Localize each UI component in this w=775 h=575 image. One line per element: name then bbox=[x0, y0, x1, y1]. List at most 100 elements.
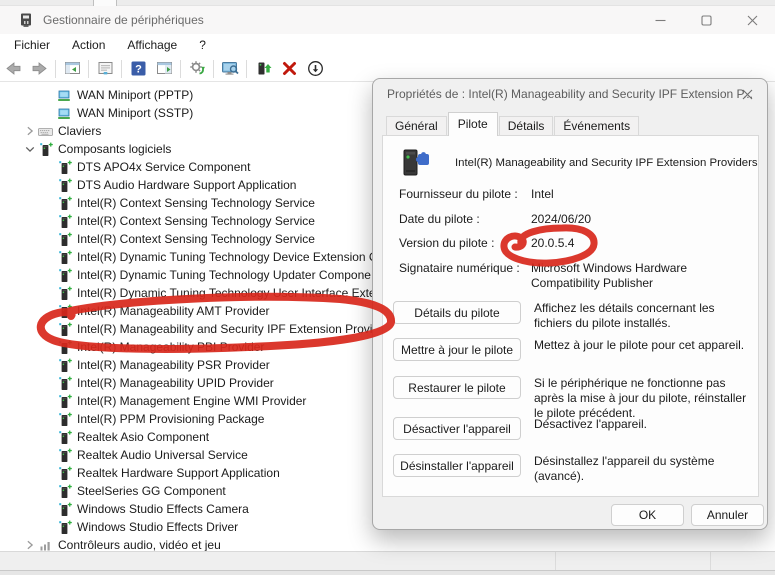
tree-item-label: Intel(R) Manageability AMT Provider bbox=[77, 304, 270, 318]
action-pane-icon[interactable] bbox=[152, 58, 176, 80]
tree-expander[interactable] bbox=[22, 538, 38, 552]
driver-field-row: Version du pilote :20.0.5.4 bbox=[399, 236, 744, 252]
driver-action-row: Désactiver l'appareil Désactivez l'appare… bbox=[393, 417, 753, 440]
menu-fichier[interactable]: Fichier bbox=[4, 35, 60, 55]
tree-item-label: Realtek Audio Universal Service bbox=[77, 448, 248, 462]
remote-computer-icon[interactable] bbox=[218, 58, 242, 80]
tree-expander-empty bbox=[41, 268, 57, 283]
software-component-icon bbox=[57, 178, 72, 193]
menu-help[interactable]: ? bbox=[189, 35, 216, 55]
software-component-icon bbox=[57, 394, 72, 409]
software-component-icon bbox=[57, 448, 72, 463]
tree-item-label: Intel(R) Context Sensing Technology Serv… bbox=[77, 214, 315, 228]
toolbar-separator bbox=[55, 60, 56, 78]
tree-item-label: DTS Audio Hardware Support Application bbox=[77, 178, 296, 192]
chevron-down-icon bbox=[22, 141, 38, 157]
scan-hardware-changes-icon[interactable] bbox=[185, 58, 209, 80]
network-adapter-icon bbox=[57, 88, 72, 103]
tree-expander[interactable] bbox=[22, 124, 38, 139]
uninstall-device-icon[interactable] bbox=[277, 58, 301, 80]
tree-item-label: Contrôleurs audio, vidéo et jeu bbox=[58, 538, 221, 551]
tree-item-label: Realtek Asio Component bbox=[77, 430, 209, 444]
software-component-icon bbox=[57, 376, 72, 391]
software-component-icon bbox=[57, 484, 72, 499]
software-icon bbox=[57, 286, 72, 301]
tree-expander-empty bbox=[41, 304, 57, 319]
tree-expander-empty bbox=[41, 376, 57, 391]
device-name: Intel(R) Manageability and Security IPF … bbox=[455, 157, 758, 169]
tree-item-label: Windows Studio Effects Driver bbox=[77, 520, 238, 534]
field-label: Signataire numérique : bbox=[399, 261, 531, 292]
menu-bar: FichierActionAffichage? bbox=[0, 34, 775, 56]
software-icon bbox=[57, 358, 72, 373]
properties-icon[interactable] bbox=[93, 58, 117, 80]
action-description: Désactivez l'appareil. bbox=[534, 417, 750, 432]
software-icon bbox=[57, 232, 72, 247]
driver-action-row: Désinstaller l'appareil Désinstallez l'ap… bbox=[393, 454, 753, 484]
cancel-button[interactable]: Annuler bbox=[691, 504, 764, 526]
disable-device-button[interactable]: Désactiver l'appareil bbox=[393, 417, 521, 440]
window-bottom-edge bbox=[0, 570, 775, 575]
tree-expander-empty bbox=[41, 502, 57, 517]
keyboard-icon bbox=[38, 124, 53, 139]
close-icon[interactable] bbox=[729, 6, 775, 34]
audio-controllers-icon bbox=[38, 538, 53, 552]
tree-expander-empty bbox=[41, 412, 57, 427]
menu-action[interactable]: Action bbox=[62, 35, 115, 55]
tree-expander-empty bbox=[41, 178, 57, 193]
forward-icon[interactable] bbox=[27, 58, 51, 80]
field-label: Fournisseur du pilote : bbox=[399, 187, 531, 203]
tree-item-label: Intel(R) Management Engine WMI Provider bbox=[77, 394, 306, 408]
software-icon bbox=[57, 268, 72, 283]
ok-button[interactable]: OK bbox=[611, 504, 684, 526]
tree-expander-empty bbox=[41, 286, 57, 301]
properties-dialog: Propriétés de : Intel(R) Manageability a… bbox=[372, 78, 768, 530]
toolbar-separator bbox=[213, 60, 214, 78]
back-icon[interactable] bbox=[1, 58, 25, 80]
tab-pilote[interactable]: Pilote bbox=[448, 112, 498, 136]
driver-action-row: Mettre à jour le piloteMettez à jour le … bbox=[393, 338, 753, 361]
action-description: Désinstallez l'appareil du système (avan… bbox=[534, 454, 750, 484]
tree-item-label: Intel(R) Dynamic Tuning Technology Updat… bbox=[77, 268, 371, 282]
roll-back-driver-button[interactable]: Restaurer le pilote bbox=[393, 376, 521, 399]
dialog-title-bar: Propriétés de : Intel(R) Manageability a… bbox=[373, 79, 767, 109]
tab-general[interactable]: Général bbox=[386, 116, 447, 136]
software-component-icon bbox=[57, 286, 72, 301]
tab-details[interactable]: Détails bbox=[499, 116, 554, 136]
device-manager-window: Gestionnaire de périphériques FichierAct… bbox=[0, 0, 775, 575]
disable-device-icon[interactable] bbox=[303, 58, 327, 80]
tab-evenements[interactable]: Événements bbox=[554, 116, 639, 136]
tree-item-label: Intel(R) Context Sensing Technology Serv… bbox=[77, 196, 315, 210]
device-manager-icon bbox=[18, 12, 34, 28]
console-tree-icon[interactable] bbox=[60, 58, 84, 80]
svg-text:?: ? bbox=[135, 64, 142, 76]
software-component-icon bbox=[57, 232, 72, 247]
network-icon bbox=[57, 106, 72, 121]
software-component-icon bbox=[57, 268, 72, 283]
toolbar-separator bbox=[246, 60, 247, 78]
driver-details-button[interactable]: Détails du pilote bbox=[393, 301, 521, 324]
minimize-icon[interactable] bbox=[637, 6, 683, 34]
tree-item[interactable]: Contrôleurs audio, vidéo et jeu bbox=[0, 536, 775, 551]
toolbar-separator bbox=[88, 60, 89, 78]
menu-affichage[interactable]: Affichage bbox=[117, 35, 187, 55]
software-component-icon bbox=[57, 250, 72, 265]
driver-action-row: Restaurer le piloteSi le périphérique ne… bbox=[393, 376, 753, 421]
window-title: Gestionnaire de périphériques bbox=[43, 13, 204, 27]
tree-item-label: Intel(R) Manageability UPID Provider bbox=[77, 376, 274, 390]
help-icon[interactable]: ? bbox=[126, 58, 150, 80]
driver-action-row: Détails du piloteAffichez les détails co… bbox=[393, 301, 753, 331]
dialog-close-icon[interactable] bbox=[733, 81, 761, 107]
software-component-icon bbox=[57, 466, 72, 481]
update-driver-icon[interactable] bbox=[251, 58, 275, 80]
uninstall-device-button[interactable]: Désinstaller l'appareil bbox=[393, 454, 521, 477]
update-driver-button[interactable]: Mettre à jour le pilote bbox=[393, 338, 521, 361]
maximize-icon[interactable] bbox=[683, 6, 729, 34]
tree-expander[interactable] bbox=[22, 142, 38, 157]
software-component-icon bbox=[57, 304, 72, 319]
tree-expander-empty bbox=[41, 358, 57, 373]
software-icon bbox=[57, 160, 72, 175]
software-icon bbox=[57, 322, 72, 337]
field-value: Intel bbox=[531, 187, 741, 203]
bottom-strip-separator bbox=[710, 552, 711, 571]
